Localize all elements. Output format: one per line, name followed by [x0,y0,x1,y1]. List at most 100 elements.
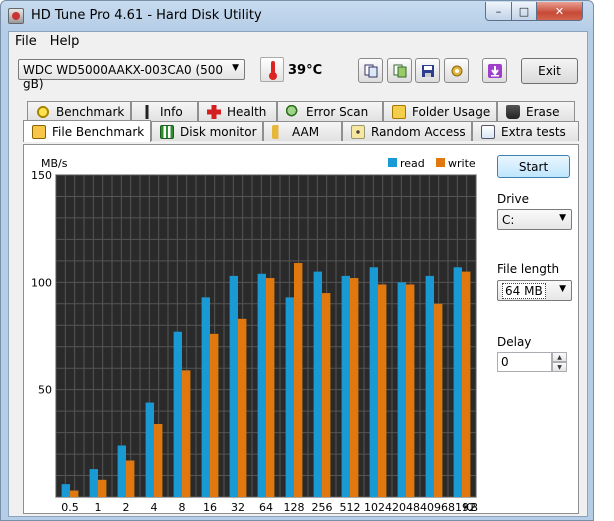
options-button[interactable] [444,58,469,83]
bar-read [173,331,182,497]
delay-input[interactable]: 0 [497,352,552,372]
bar-write [210,333,219,497]
x-tick-label: 4 [151,501,158,511]
copy-info-button[interactable] [358,58,383,83]
tab-error-scan[interactable]: Error Scan [277,101,383,121]
y-tick-label: 100 [31,276,52,289]
bar-read [201,297,210,497]
save-icon [421,64,434,77]
exit-button[interactable]: Exit [521,58,578,84]
temperature-readout: 39°C [288,63,323,78]
tab-error-scan-label: Error Scan [306,104,369,119]
tab-random-access[interactable]: Random Access [342,121,472,141]
chevron-down-icon: ▼ [232,63,239,73]
x-tick-label: 32 [231,501,245,511]
bar-write [462,271,471,497]
x-tick-label: 2048 [392,501,420,511]
drive-letter-dropdown[interactable]: C: ▼ [497,209,572,230]
bar-write [98,479,107,497]
tab-info-label: Info [160,104,183,119]
bar-read [425,275,434,497]
file-length-label: File length [497,262,560,276]
download-icon [487,63,502,78]
bar-read [117,445,126,497]
tab-erase[interactable]: Erase [497,101,575,121]
window-title: HD Tune Pro 4.61 - Hard Disk Utility [31,8,262,23]
x-tick-label: 16 [203,501,217,511]
legend-swatch-write [436,158,445,167]
x-tick-label: 0.5 [61,501,79,511]
drive-label: Drive [497,192,529,206]
bar-write [70,490,79,497]
drive-dropdown[interactable]: WDC WD5000AAKX-003CA0 (500 gB) ▼ [18,59,245,91]
minimize-button[interactable]: – [485,2,512,21]
download-button[interactable] [482,58,507,83]
y-tick-label: 50 [38,384,52,397]
bar-write [126,460,135,497]
bar-write [434,303,443,497]
close-button[interactable]: ✕ [536,2,583,21]
bar-write [294,263,303,497]
copy-info-icon [364,64,377,77]
menu-bar: File Help [9,32,587,52]
tab-file-benchmark[interactable]: File Benchmark [23,120,151,142]
title-bar: HD Tune Pro 4.61 - Hard Disk Utility – □… [1,1,593,31]
save-button[interactable] [415,58,440,83]
tab-folder-usage[interactable]: Folder Usage [383,101,497,121]
bar-write [322,293,331,497]
tab-health[interactable]: Health [198,101,277,121]
bar-read [313,271,322,497]
x-tick-label: 8 [179,501,186,511]
bar-read [257,273,266,497]
delay-decrement-button[interactable]: ▼ [552,362,567,372]
bar-read [369,267,378,497]
tab-disk-monitor-label: Disk monitor [180,124,257,139]
tab-benchmark-label: Benchmark [56,104,125,119]
bar-read [285,297,294,497]
benchmark-chart: 50 100 150 MB/s 0.5 1 2 4 8 16 32 64 128 256 512 1024 20… [26,147,486,514]
x-tick-label: 128 [284,501,305,511]
x-tick-label: 1024 [364,501,392,511]
disk-monitor-icon [160,124,174,139]
legend-label-write: write [448,157,476,170]
tab-aam[interactable]: AAM [263,121,342,141]
bar-write [238,318,247,497]
start-button[interactable]: Start [497,155,570,178]
bar-write [378,284,387,497]
y-axis-label: MB/s [41,157,68,170]
speaker-icon [272,124,286,139]
file-length-dropdown[interactable]: 64 MB ▼ [497,280,572,301]
bar-write [266,278,275,497]
folder-icon [392,104,406,119]
bar-read [61,484,70,497]
delay-increment-button[interactable]: ▲ [552,352,567,362]
tab-extra-tests-label: Extra tests [501,124,566,139]
legend-swatch-read [388,158,397,167]
drive-dropdown-value: WDC WD5000AAKX-003CA0 (500 gB) [23,63,224,91]
erase-icon [506,104,520,119]
drive-letter-value: C: [502,213,515,227]
menu-help[interactable]: Help [44,32,87,52]
file-length-value: 64 MB [502,283,546,299]
bar-write [350,278,359,497]
tab-extra-tests[interactable]: Extra tests [472,121,579,141]
menu-file[interactable]: File [9,32,44,52]
tab-benchmark[interactable]: Benchmark [27,101,131,121]
copy-screenshot-button[interactable] [387,58,412,83]
app-icon [8,8,24,24]
tab-info[interactable]: Info [131,101,198,121]
y-tick-label: 150 [31,169,52,182]
info-icon [140,104,154,119]
copy-screenshot-icon [393,64,406,77]
tab-disk-monitor[interactable]: Disk monitor [151,121,263,141]
bar-read [341,275,350,497]
app-window: HD Tune Pro 4.61 - Hard Disk Utility – □… [0,0,594,521]
tab-health-label: Health [227,104,267,119]
toolbar: WDC WD5000AAKX-003CA0 (500 gB) ▼ 39°C Ex… [9,52,587,94]
x-tick-label: 64 [259,501,273,511]
tab-erase-label: Erase [526,104,560,119]
maximize-button[interactable]: □ [511,2,537,21]
x-tick-label: 512 [340,501,361,511]
health-icon [207,104,221,119]
legend-label-read: read [400,157,425,170]
